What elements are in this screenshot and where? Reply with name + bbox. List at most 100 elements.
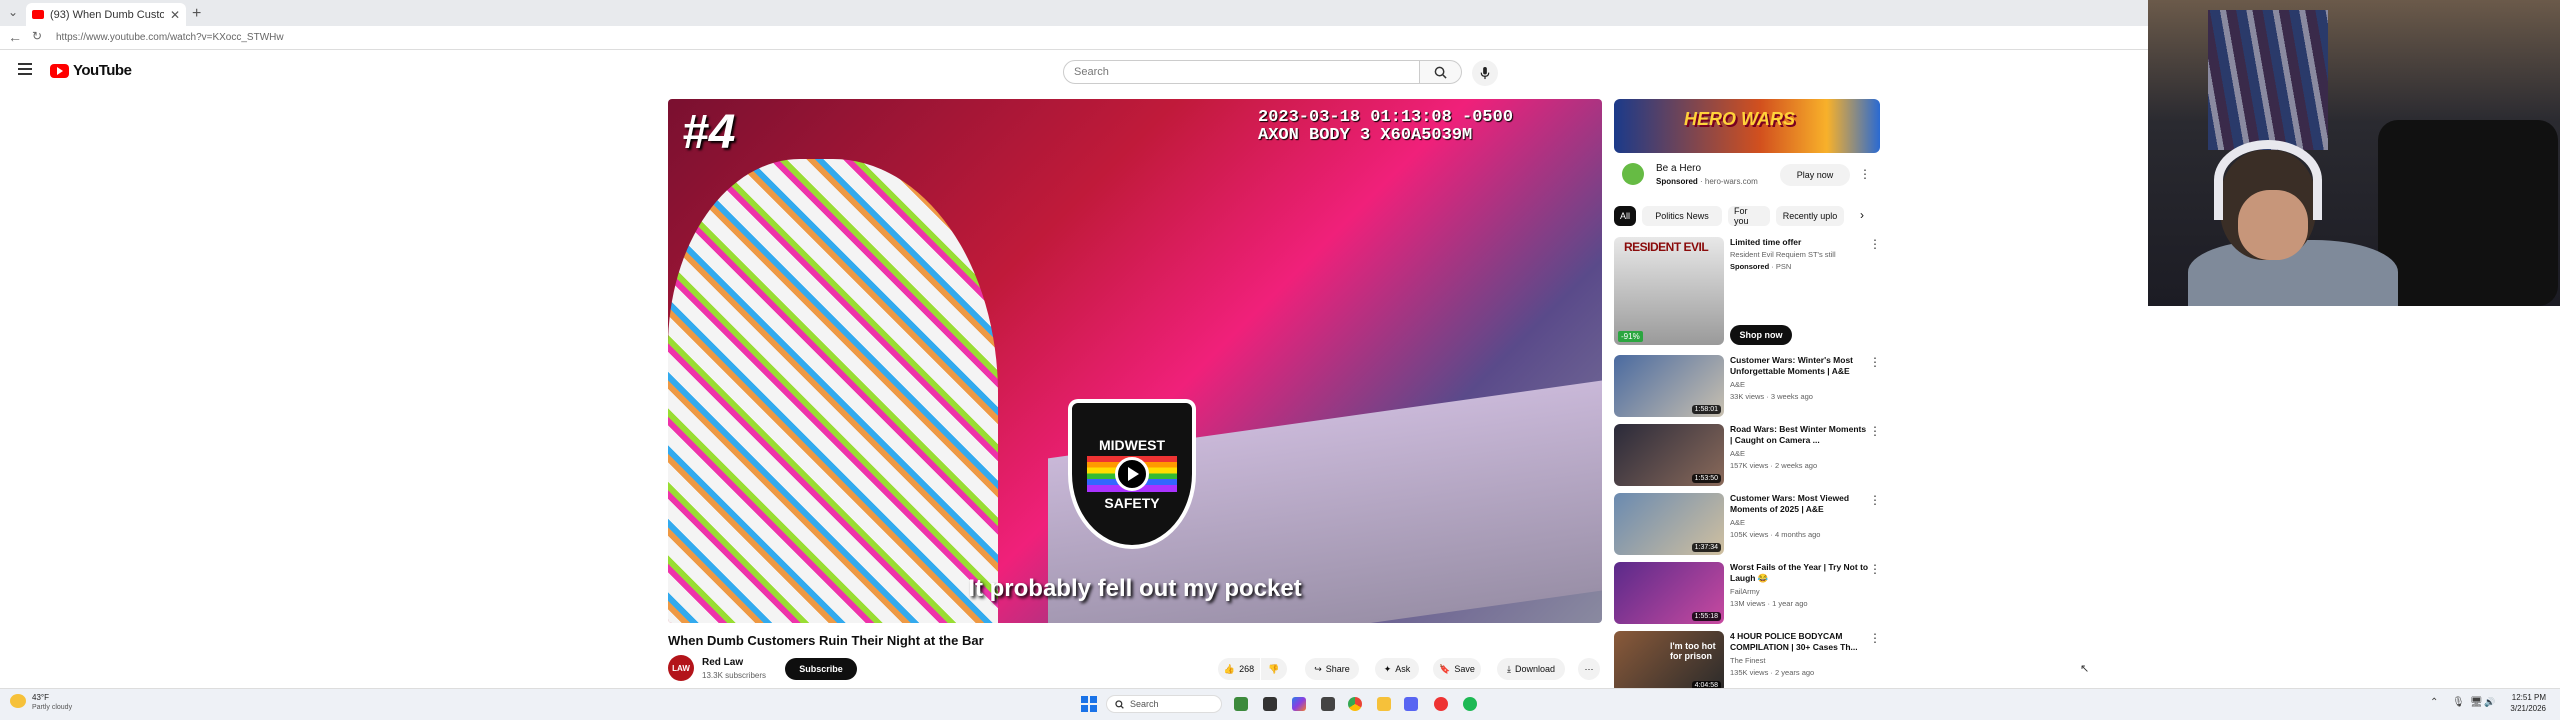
- ad-advertiser-avatar: [1622, 163, 1644, 185]
- search-input[interactable]: Search: [1063, 60, 1420, 84]
- webcam-curtain: [2208, 10, 2328, 150]
- dislike-button[interactable]: 👎: [1261, 658, 1287, 680]
- tray-chevron-icon[interactable]: ⌃: [2430, 697, 2438, 708]
- promo-title[interactable]: Limited time offer: [1730, 237, 1870, 248]
- terminal-icon[interactable]: [1321, 697, 1335, 711]
- video-title[interactable]: Worst Fails of the Year | Try Not to Lau…: [1730, 562, 1870, 584]
- bodycam-timestamp-line1: 2023-03-18 01:13:08 -0500: [1258, 108, 1514, 127]
- weather-sun-icon[interactable]: [10, 694, 26, 708]
- taskbar-search[interactable]: Search: [1106, 695, 1222, 713]
- video-menu-icon[interactable]: ⋮: [1869, 562, 1881, 576]
- download-button[interactable]: ⤓ Download: [1497, 658, 1565, 680]
- chrome-icon[interactable]: [1348, 697, 1362, 711]
- video-title[interactable]: Customer Wars: Winter's Most Unforgettab…: [1730, 355, 1870, 377]
- video-meta: 135K views · 2 years ago: [1730, 668, 1815, 677]
- clock-time: 12:51 PM: [2511, 693, 2546, 702]
- chips-next-chevron-icon[interactable]: ›: [1860, 208, 1864, 222]
- video-title[interactable]: Road Wars: Best Winter Moments | Caught …: [1730, 424, 1870, 446]
- url-field[interactable]: https://www.youtube.com/watch?v=KXocc_ST…: [56, 29, 2116, 47]
- download-label: Download: [1514, 664, 1555, 674]
- like-button[interactable]: 👍 268: [1218, 658, 1260, 680]
- video-menu-icon[interactable]: ⋮: [1869, 355, 1881, 369]
- like-count: 268: [1239, 664, 1255, 674]
- system-clock[interactable]: 12:51 PM 3/21/2026: [2490, 692, 2546, 714]
- microphone-icon[interactable]: 🎙: [2452, 697, 2465, 708]
- back-icon[interactable]: ←: [8, 29, 22, 45]
- browser-tab-bar: [0, 0, 2148, 26]
- reload-icon[interactable]: ↻: [32, 29, 42, 43]
- browser-tab[interactable]: (93) When Dumb Customers ✕: [26, 3, 186, 26]
- search-button[interactable]: [1420, 60, 1462, 84]
- video-channel[interactable]: A&E: [1730, 449, 1870, 459]
- video-thumbnail[interactable]: 1:53:50: [1614, 424, 1724, 486]
- badge-top-text: MIDWEST: [1098, 437, 1166, 453]
- youtube-favicon-icon: [32, 10, 44, 19]
- video-title[interactable]: Customer Wars: Most Viewed Moments of 20…: [1730, 493, 1870, 515]
- shop-now-button[interactable]: Shop now: [1730, 325, 1792, 345]
- discord-icon[interactable]: [1404, 697, 1418, 711]
- thumbnail-text: I'm too hot for prison: [1670, 641, 1716, 661]
- voice-search-button[interactable]: [1472, 60, 1498, 86]
- file-explorer-icon[interactable]: [1377, 697, 1391, 711]
- close-tab-icon[interactable]: ✕: [170, 8, 180, 22]
- start-button-windows-icon[interactable]: [1081, 696, 1097, 712]
- video-frame-jacket: [668, 159, 998, 623]
- ad-play-now-button[interactable]: Play now: [1780, 164, 1850, 186]
- app-red-icon[interactable]: [1434, 697, 1448, 711]
- tab-list-chevron-icon[interactable]: ⌄: [8, 5, 18, 19]
- headphones-icon: [2214, 140, 2322, 220]
- weather-temperature[interactable]: 43°F: [32, 693, 49, 702]
- thumbs-down-icon: 👎: [1268, 663, 1280, 674]
- task-view-icon[interactable]: [1263, 697, 1277, 711]
- video-title[interactable]: 4 HOUR POLICE BODYCAM COMPILATION | 30+ …: [1730, 631, 1870, 653]
- video-channel[interactable]: A&E: [1730, 518, 1870, 528]
- video-menu-icon[interactable]: ⋮: [1869, 424, 1881, 438]
- taskbar-search-label: Search: [1130, 699, 1159, 709]
- video-thumbnail[interactable]: 1:58:01: [1614, 355, 1724, 417]
- hamburger-menu-icon[interactable]: [18, 63, 32, 75]
- promo-thumbnail[interactable]: RESIDENT EVIL -91%: [1614, 237, 1724, 345]
- more-actions-button[interactable]: ⋯: [1578, 658, 1600, 680]
- video-channel[interactable]: The Finest: [1730, 656, 1870, 666]
- save-button[interactable]: 🔖 Save: [1433, 658, 1481, 680]
- video-channel[interactable]: A&E: [1730, 380, 1870, 390]
- more-horizontal-icon: ⋯: [1584, 663, 1594, 674]
- video-channel[interactable]: FailArmy: [1730, 587, 1870, 597]
- badge-bottom-text: SAFETY: [1104, 495, 1160, 511]
- chip-all[interactable]: All: [1614, 206, 1636, 226]
- spotify-icon[interactable]: [1463, 697, 1477, 711]
- youtube-wordmark: YouTube: [73, 62, 132, 79]
- chip-politics-news[interactable]: Politics News: [1642, 206, 1722, 226]
- youtube-logo[interactable]: YouTube: [50, 62, 132, 79]
- video-player[interactable]: #4 2023-03-18 01:13:08 -0500 AXON BODY 3…: [668, 99, 1602, 623]
- thumbs-up-icon: 👍: [1223, 663, 1236, 674]
- taskbar-app-icon[interactable]: [1234, 697, 1248, 711]
- video-menu-icon[interactable]: ⋮: [1869, 493, 1881, 507]
- promo-menu-icon[interactable]: ⋮: [1869, 237, 1881, 251]
- new-tab-icon[interactable]: +: [192, 5, 201, 23]
- chip-recently-uploaded[interactable]: Recently uplo: [1776, 206, 1844, 226]
- save-label: Save: [1454, 664, 1475, 674]
- channel-subscriber-count: 13.3K subscribers: [702, 671, 767, 680]
- copilot-icon[interactable]: [1292, 697, 1306, 711]
- video-duration: 1:37:34: [1691, 543, 1721, 552]
- video-thumbnail[interactable]: I'm too hot for prison 4:04:58: [1614, 631, 1724, 693]
- youtube-play-logo-icon: [50, 63, 69, 78]
- video-thumbnail[interactable]: 1:37:34: [1614, 493, 1724, 555]
- search-icon: [1434, 66, 1447, 79]
- ask-button[interactable]: ✦ Ask: [1375, 658, 1419, 680]
- share-button[interactable]: ↪ Share: [1305, 658, 1359, 680]
- ad-menu-icon[interactable]: ⋮: [1859, 167, 1871, 181]
- ad-banner[interactable]: HERO WARS: [1614, 99, 1880, 153]
- channel-avatar[interactable]: LAW: [668, 655, 694, 681]
- ad-title[interactable]: Be a Hero: [1656, 163, 1701, 174]
- subscribe-button[interactable]: Subscribe: [785, 658, 857, 680]
- video-thumbnail[interactable]: 1:55:18: [1614, 562, 1724, 624]
- channel-name[interactable]: Red Law: [702, 657, 743, 668]
- search-icon: [1115, 699, 1124, 709]
- promo-sponsor-line: Sponsored · PSN: [1730, 262, 1792, 271]
- video-menu-icon[interactable]: ⋮: [1869, 631, 1881, 645]
- weather-description[interactable]: Partly cloudy: [32, 704, 72, 711]
- network-icon[interactable]: 🖥: [2470, 697, 2483, 708]
- chip-for-you[interactable]: For you: [1728, 206, 1770, 226]
